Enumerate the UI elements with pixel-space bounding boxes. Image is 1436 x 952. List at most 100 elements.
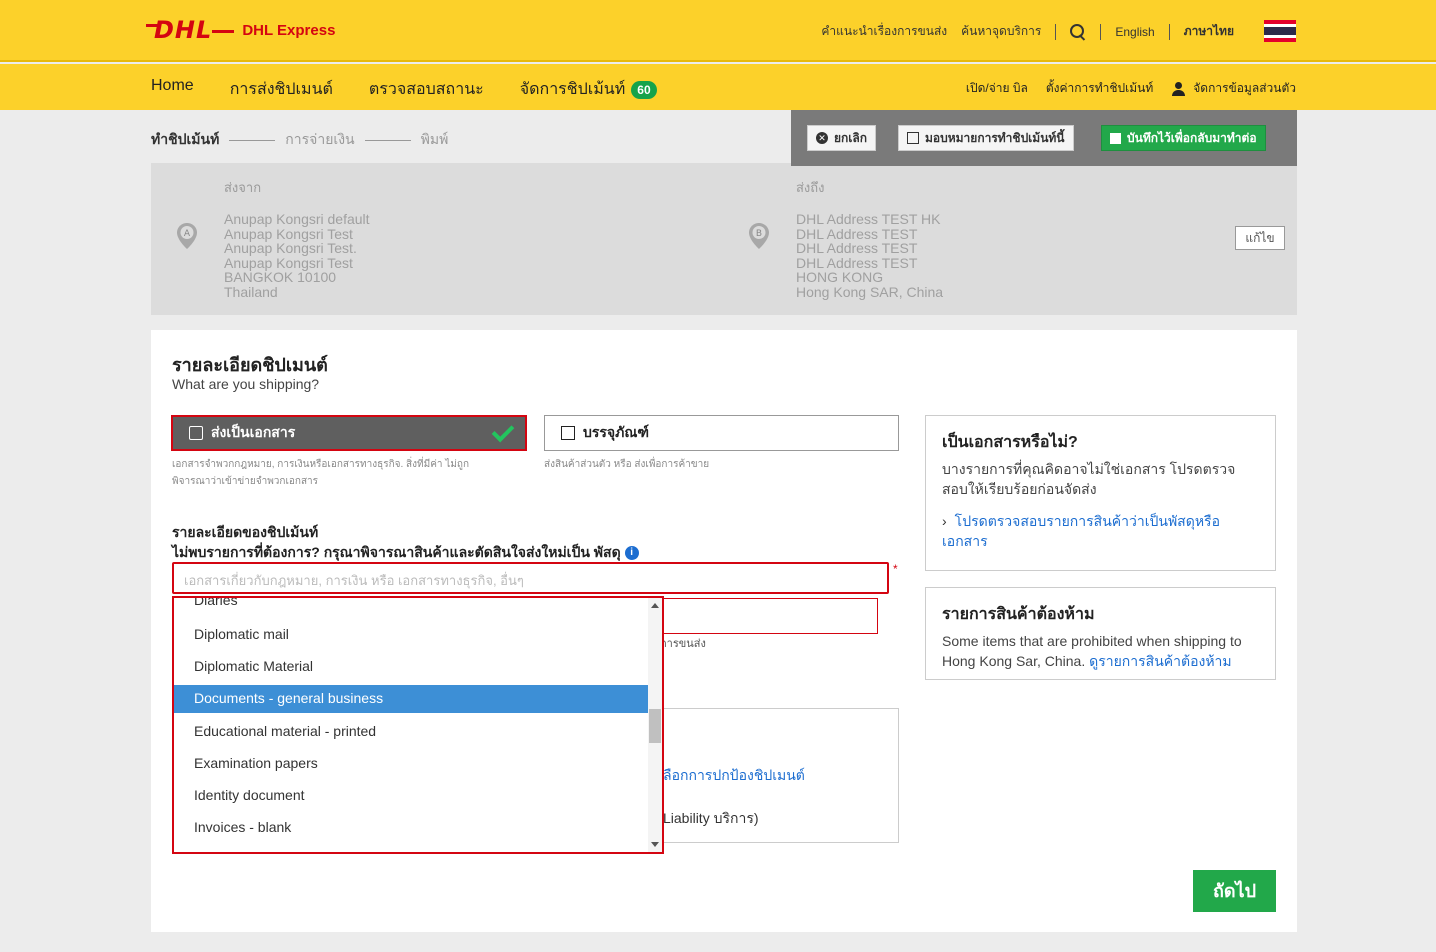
step-print: พิมพ์ — [420, 131, 449, 147]
chevron-right-icon: › — [942, 513, 947, 529]
from-title: ส่งจาก — [224, 180, 262, 195]
shipment-settings-link[interactable]: ตั้งค่าการทำชิปเม้นท์ — [1046, 79, 1153, 98]
from-address: Anupap Kongsri default Anupap Kongsri Te… — [224, 212, 370, 300]
prohibited-link[interactable]: ดูรายการสินค้าต้องห้าม — [1089, 653, 1232, 669]
dropdown-option[interactable]: Invoices - blank — [174, 814, 648, 842]
svg-text:B: B — [756, 229, 762, 239]
divider — [1100, 23, 1102, 40]
top-header: DHL DHL Express คำแนะนำเรื่องการขนส่ง ค้… — [0, 0, 1436, 62]
nav-home[interactable]: Home — [151, 77, 194, 102]
scroll-thumb[interactable] — [649, 709, 661, 743]
assign-label: มอบหมายการทำชิปเม้นท์นี้ — [925, 130, 1065, 145]
from-line: Anupap Kongsri default — [224, 211, 370, 227]
from-line: Thailand — [224, 283, 278, 300]
cancel-button[interactable]: ✕ ยกเลิก — [807, 125, 877, 151]
step-payment: การจ่ายเงิน — [285, 131, 355, 147]
divider — [1055, 23, 1057, 40]
content-search-input[interactable]: เอกสารเกี่ยวกับกฎหมาย, การเงิน หรือ เอกส… — [172, 562, 889, 594]
main-nav: Home การส่งชิปเมนต์ ตรวจสอบสถานะ จัดการช… — [0, 64, 1436, 110]
step-connector — [229, 139, 276, 141]
nav-track[interactable]: ตรวจสอบสถานะ — [369, 77, 484, 102]
document-hint: เอกสารจำพวกกฎหมาย, การเงินหรือเอกสารทางธ… — [172, 459, 470, 487]
dhl-logo-mark: DHL — [145, 16, 235, 44]
user-icon — [1171, 81, 1186, 96]
save-icon — [1110, 132, 1121, 144]
search-icon[interactable] — [1070, 23, 1086, 40]
nav-ship[interactable]: การส่งชิปเมนต์ — [230, 77, 333, 102]
from-line: Anupap Kongsri Test — [224, 225, 353, 242]
save-label: บันทึกไว้เพื่อกลับมาทำต่อ — [1127, 130, 1257, 145]
protection-link[interactable]: ลือกการปกป้องชิปเมนต์ — [663, 765, 805, 787]
details-title: รายละเอียดของชิปเม้นท์ — [172, 524, 319, 540]
to-line: DHL Address TEST — [796, 240, 918, 257]
document-info-box: เป็นเอกสารหรือไม่? บางรายการที่คุณคิดอาจ… — [925, 415, 1276, 571]
edit-address-button[interactable]: แก้ไข — [1235, 226, 1285, 250]
section-title: รายละเอียดชิปเมนต์ — [172, 355, 328, 375]
billing-link[interactable]: เปิด/จ่าย บิล — [966, 79, 1028, 98]
step-connector — [364, 139, 411, 141]
thai-flag-icon[interactable] — [1264, 20, 1296, 43]
dropdown-option[interactable]: Diaries — [174, 598, 648, 615]
to-line: HONG KONG — [796, 269, 884, 286]
dropdown-option[interactable]: Identity document — [174, 782, 648, 810]
dropdown-scrollbar[interactable] — [648, 598, 662, 852]
to-line: DHL Address TEST HK — [796, 211, 941, 227]
package-type-button[interactable]: บรรจุภัณฑ์ — [544, 415, 899, 451]
to-line: DHL Address TEST — [796, 254, 918, 271]
from-line: BANGKOK 10100 — [224, 269, 337, 286]
assign-button[interactable]: มอบหมายการทำชิปเม้นท์นี้ — [898, 125, 1074, 151]
info-icon[interactable]: i — [624, 546, 639, 561]
details-subtitle: ไม่พบรายการที่ต้องการ? กรุณาพิจารณาสินค้… — [172, 542, 639, 564]
shipment-actions: ✕ ยกเลิก มอบหมายการทำชิปเม้นท์นี้ บันทึก… — [791, 110, 1297, 166]
document-icon — [189, 426, 203, 440]
liability-label: Liability บริการ) — [663, 810, 759, 826]
cancel-label: ยกเลิก — [834, 130, 868, 145]
to-line: Hong Kong SAR, China — [796, 283, 944, 300]
step-create: ทำชิปเม้นท์ — [151, 131, 220, 147]
box-icon — [561, 426, 575, 440]
prohibited-title: รายการสินค้าต้องห้าม — [942, 606, 1095, 623]
document-info-text: บางรายการที่คุณคิดอาจไม่ใช่เอกสาร โปรดตร… — [942, 461, 1236, 497]
close-icon: ✕ — [816, 132, 828, 144]
section-subtitle: What are you shipping? — [172, 376, 320, 392]
prohibited-info-box: รายการสินค้าต้องห้าม Some items that are… — [925, 587, 1276, 680]
to-line: DHL Address TEST — [796, 225, 918, 242]
secondary-input[interactable] — [660, 598, 878, 634]
save-button[interactable]: บันทึกไว้เพื่อกลับมาทำต่อ — [1101, 125, 1266, 151]
dropdown-option[interactable]: Diplomatic mail — [174, 621, 648, 649]
next-button[interactable]: ถัดไป — [1193, 870, 1276, 912]
scroll-down-icon[interactable] — [651, 842, 659, 847]
document-info-title: เป็นเอกสารหรือไม่? — [942, 434, 1078, 451]
top-links: คำแนะนำเรื่องการขนส่ง ค้นหาจุดบริการ Eng… — [821, 22, 1296, 41]
document-info-link[interactable]: โปรดตรวจสอบรายการสินค้าว่าเป็นพัสดุหรือเ… — [942, 513, 1220, 549]
lang-thai-link[interactable]: ภาษาไทย — [1184, 22, 1234, 41]
dropdown-option[interactable]: Examination papers — [174, 750, 648, 778]
from-line: Anupap Kongsri Test — [224, 254, 353, 271]
profile-link[interactable]: จัดการข้อมูลส่วนตัว — [1171, 79, 1296, 98]
edit-icon — [907, 132, 919, 144]
package-type-label: บรรจุภัณฑ์ — [583, 424, 649, 440]
document-type-button[interactable]: ส่งเป็นเอกสาร — [171, 415, 527, 451]
to-address: DHL Address TEST HK DHL Address TEST DHL… — [796, 212, 943, 300]
progress-steps: ทำชิปเม้นท์ การจ่ายเงิน พิมพ์ — [151, 129, 448, 151]
svg-text:A: A — [184, 229, 191, 239]
lang-english-link[interactable]: English — [1115, 25, 1154, 39]
nav-manage[interactable]: จัดการชิปเม้นท์ 60 — [520, 77, 657, 102]
content-dropdown[interactable]: Diaries Diplomatic mail Diplomatic Mater… — [172, 596, 664, 854]
to-title: ส่งถึง — [796, 180, 825, 195]
find-service-link[interactable]: ค้นหาจุดบริการ — [961, 22, 1041, 41]
dropdown-option[interactable]: Educational material - printed — [174, 718, 648, 746]
document-type-label: ส่งเป็นเอกสาร — [211, 424, 296, 440]
pin-b-icon: B — [749, 223, 769, 249]
dropdown-option[interactable]: Diplomatic Material — [174, 653, 648, 681]
dhl-logo[interactable]: DHL DHL Express — [145, 16, 336, 44]
check-icon — [491, 419, 515, 443]
divider — [1168, 23, 1170, 40]
shipping-advice-link[interactable]: คำแนะนำเรื่องการขนส่ง — [821, 22, 947, 41]
dropdown-option-selected[interactable]: Documents - general business — [174, 685, 648, 713]
required-mark: * — [893, 562, 898, 576]
nav-manage-label: จัดการชิปเม้นท์ — [519, 81, 626, 98]
dhl-express-label: DHL Express — [242, 21, 336, 39]
package-hint: ส่งสินค้าส่วนตัว หรือ ส่งเพื่อการค้าขาย — [544, 459, 710, 470]
scroll-up-icon[interactable] — [651, 603, 659, 608]
